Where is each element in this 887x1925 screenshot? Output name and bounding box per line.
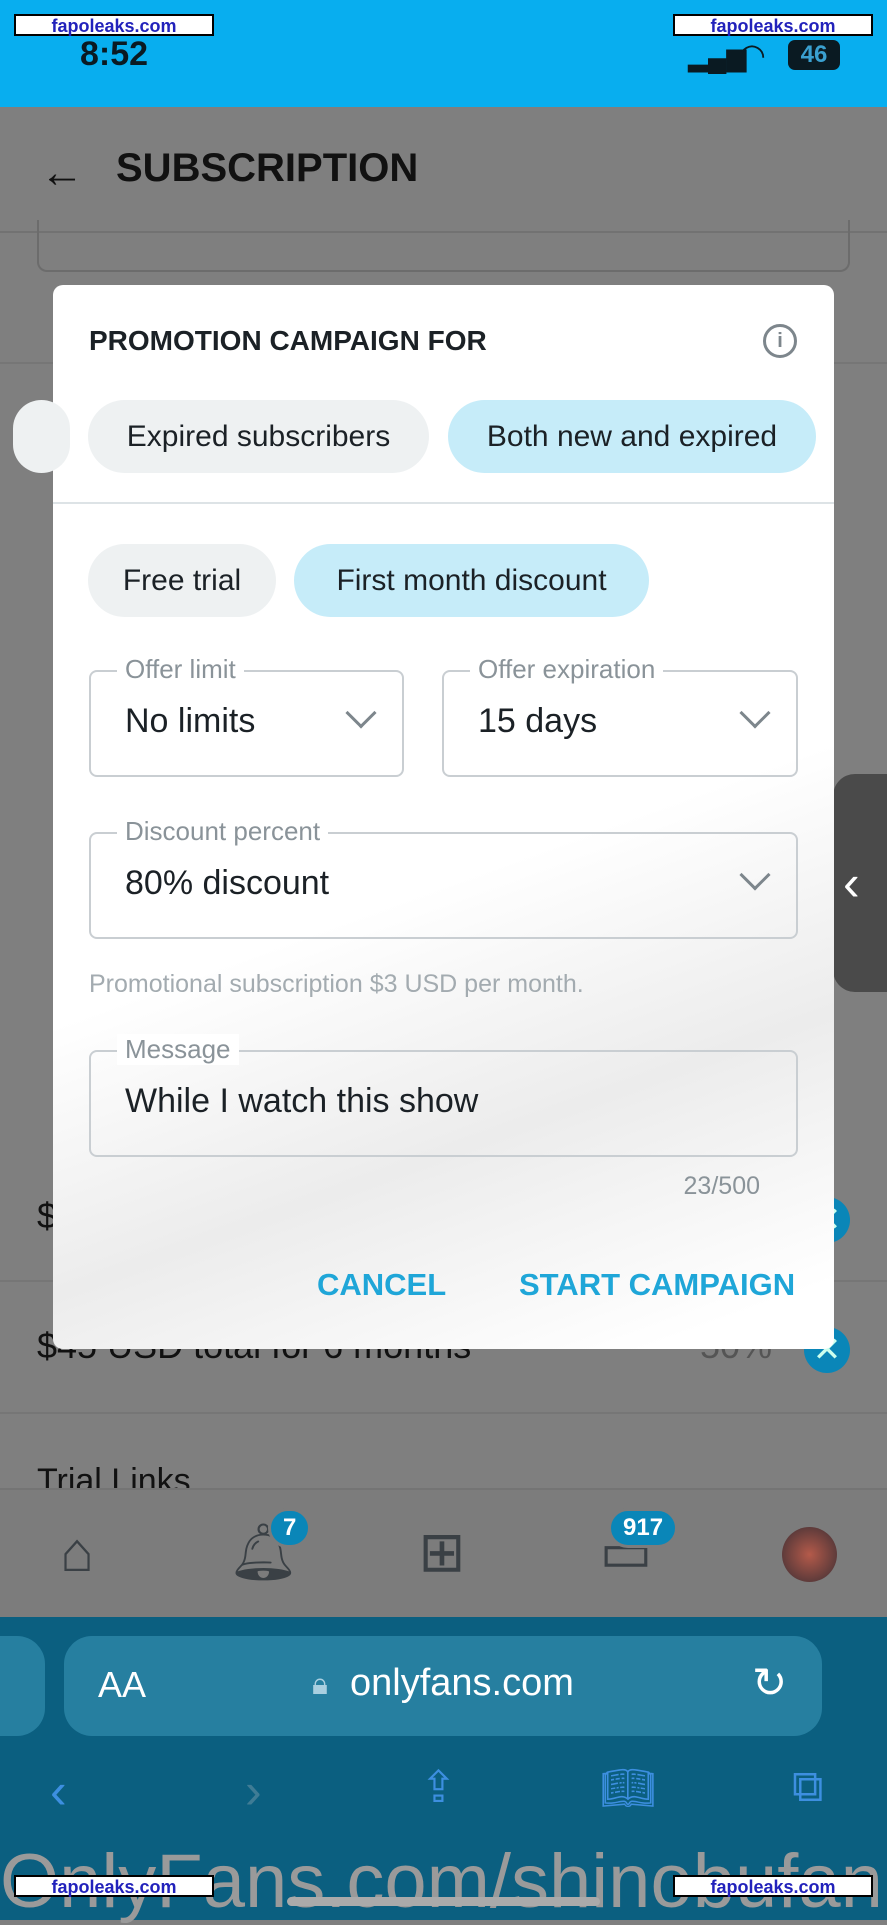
chip-label: First month discount (336, 563, 607, 597)
helper-text: Promotional subscription $3 USD per mont… (89, 970, 584, 998)
field-value: While I watch this show (125, 1082, 479, 1120)
start-campaign-button[interactable]: START CAMPAIGN (519, 1267, 795, 1303)
info-icon[interactable]: i (763, 324, 797, 358)
watermark-logo: fapoleaks.com (14, 14, 214, 36)
chip-label: Expired subscribers (126, 419, 391, 453)
watermark-logo: fapoleaks.com (14, 1875, 214, 1897)
bookmarks-icon[interactable]: 📖︎ (600, 1762, 656, 1814)
forward-icon[interactable]: › (245, 1762, 262, 1820)
message-input[interactable]: Message While I watch this show (89, 1034, 798, 1157)
promotion-dialog: PROMOTION CAMPAIGN FOR i Expired subscri… (13, 285, 834, 1349)
messages-badge: 917 (608, 1508, 679, 1548)
offer-expiration-select[interactable]: Offer expiration 15 days (442, 654, 798, 777)
add-post-icon[interactable]: ⊞ (410, 1520, 474, 1584)
page-title: SUBSCRIPTION (116, 146, 419, 190)
lock-icon: 🔒︎ (312, 1668, 328, 1701)
wifi-icon: ◠ (738, 37, 766, 73)
back-icon[interactable]: ‹ (50, 1762, 67, 1820)
chevron-down-icon (345, 697, 377, 729)
home-icon[interactable]: ⌂ (45, 1520, 109, 1584)
field-value: No limits (125, 702, 256, 740)
audience-chip-both[interactable]: Both new and expired (448, 400, 816, 473)
character-counter: 23/500 (683, 1172, 760, 1200)
audience-chip-partial[interactable] (13, 400, 70, 473)
field-value: 15 days (478, 702, 598, 740)
type-chip-free-trial[interactable]: Free trial (88, 544, 276, 617)
url-text[interactable]: onlyfans.com (350, 1662, 574, 1705)
avatar[interactable] (782, 1527, 837, 1582)
watermark-logo: fapoleaks.com (673, 1875, 873, 1897)
offer-limit-select[interactable]: Offer limit No limits (89, 654, 404, 777)
trial-links-heading: Trial Links (37, 1462, 191, 1488)
field-label: Discount percent (117, 816, 329, 847)
arrow-left-icon[interactable]: ← (40, 148, 84, 198)
reload-icon[interactable]: ↻ (752, 1658, 787, 1707)
battery-level: 46 (800, 41, 828, 68)
address-bar[interactable]: AA 🔒︎ onlyfans.com ↻ (64, 1636, 822, 1736)
field-label: Offer expiration (470, 654, 664, 685)
divider (53, 502, 834, 504)
audience-chip-expired[interactable]: Expired subscribers (88, 400, 429, 473)
field-label: Message (117, 1034, 239, 1065)
divider (0, 1412, 887, 1414)
bg-field (37, 220, 850, 272)
type-chip-first-month-discount[interactable]: First month discount (294, 544, 649, 617)
watermark-logo: fapoleaks.com (673, 14, 873, 36)
field-value: 80% discount (125, 864, 330, 902)
battery-icon: 46 (788, 40, 840, 70)
home-indicator (287, 1897, 600, 1906)
previous-tab[interactable] (0, 1636, 45, 1736)
chevron-down-icon (739, 859, 771, 891)
chip-label: Both new and expired (486, 419, 778, 453)
dialog-title: PROMOTION CAMPAIGN FOR (89, 325, 487, 356)
side-pull-tab[interactable]: ‹ (833, 774, 887, 992)
text-size-button[interactable]: AA (98, 1664, 146, 1706)
clock: 8:52 (80, 35, 149, 73)
chip-label: Free trial (122, 563, 242, 597)
notifications-badge: 7 (268, 1508, 312, 1548)
chevron-down-icon (739, 697, 771, 729)
cancel-button[interactable]: CANCEL (317, 1267, 446, 1303)
tabs-icon[interactable]: ⧉ (792, 1762, 823, 1812)
discount-percent-select[interactable]: Discount percent 80% discount (89, 816, 798, 939)
field-label: Offer limit (117, 654, 244, 685)
share-icon[interactable]: ⇪ (420, 1762, 457, 1813)
